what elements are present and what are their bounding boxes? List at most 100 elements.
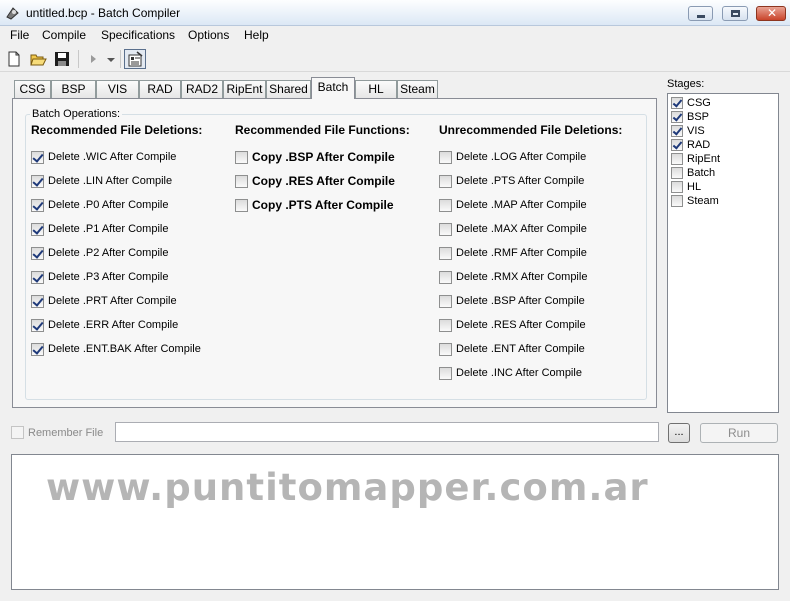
checkbox-box[interactable] bbox=[671, 110, 683, 123]
menu-options[interactable]: Options bbox=[188, 28, 229, 42]
delete-res-checkbox[interactable]: Delete .RES After Compile bbox=[439, 318, 586, 332]
maximize-button[interactable] bbox=[722, 6, 748, 21]
unrecommended-deletions-heading: Unrecommended File Deletions: bbox=[439, 123, 623, 137]
tab-batch[interactable]: Batch bbox=[311, 77, 355, 99]
delete-map-checkbox[interactable]: Delete .MAP After Compile bbox=[439, 198, 587, 212]
stage-bsp[interactable]: BSP bbox=[671, 110, 709, 123]
menu-help[interactable]: Help bbox=[244, 28, 269, 42]
tab-ripent[interactable]: RipEnt bbox=[223, 80, 266, 98]
checkbox-box[interactable] bbox=[235, 150, 248, 164]
delete-lin-checkbox[interactable]: Delete .LIN After Compile bbox=[31, 174, 172, 188]
checkbox-box[interactable] bbox=[439, 174, 452, 188]
checkbox-label: Delete .RMF After Compile bbox=[456, 247, 587, 259]
copy-res-checkbox[interactable]: Copy .RES After Compile bbox=[235, 174, 395, 188]
checkbox-box[interactable] bbox=[31, 342, 44, 356]
delete-ent-checkbox[interactable]: Delete .ENT After Compile bbox=[439, 342, 585, 356]
checkbox-box[interactable] bbox=[671, 166, 683, 179]
delete-err-checkbox[interactable]: Delete .ERR After Compile bbox=[31, 318, 178, 332]
checkbox-box[interactable] bbox=[235, 174, 248, 188]
checkbox-box[interactable] bbox=[31, 270, 44, 284]
delete-pts-checkbox[interactable]: Delete .PTS After Compile bbox=[439, 174, 584, 188]
checkbox-label: Delete .LIN After Compile bbox=[48, 175, 173, 187]
checkbox-label: Delete .BSP After Compile bbox=[456, 295, 585, 307]
delete-p2-checkbox[interactable]: Delete .P2 After Compile bbox=[31, 246, 168, 260]
stage-ripent[interactable]: RipEnt bbox=[671, 152, 720, 165]
delete-rmx-checkbox[interactable]: Delete .RMX After Compile bbox=[439, 270, 587, 284]
stage-batch[interactable]: Batch bbox=[671, 166, 715, 179]
delete-inc-checkbox[interactable]: Delete .INC After Compile bbox=[439, 366, 582, 380]
checkbox-box[interactable] bbox=[439, 270, 452, 284]
stage-steam[interactable]: Steam bbox=[671, 194, 719, 207]
checkbox-box[interactable] bbox=[671, 96, 683, 109]
delete-log-checkbox[interactable]: Delete .LOG After Compile bbox=[439, 150, 586, 164]
checkbox-box[interactable] bbox=[439, 366, 452, 380]
checkbox-label: Copy .RES After Compile bbox=[252, 174, 395, 188]
copy-bsp-checkbox[interactable]: Copy .BSP After Compile bbox=[235, 150, 395, 164]
checkbox-box[interactable] bbox=[31, 294, 44, 308]
checkbox-box[interactable] bbox=[671, 194, 683, 207]
delete-ent-bak-checkbox[interactable]: Delete .ENT.BAK After Compile bbox=[31, 342, 201, 356]
checkbox-box[interactable] bbox=[439, 246, 452, 260]
tab-bsp[interactable]: BSP bbox=[51, 80, 96, 98]
menu-file[interactable]: File bbox=[10, 28, 29, 42]
checkbox-box[interactable] bbox=[31, 198, 44, 212]
menu-specifications[interactable]: Specifications bbox=[101, 28, 175, 42]
checkbox-box[interactable] bbox=[439, 318, 452, 332]
stages-list: CSG BSP VIS RAD RipEnt Batch HL Steam bbox=[667, 93, 779, 413]
run-button[interactable]: Run bbox=[700, 423, 778, 443]
checkbox-box[interactable] bbox=[439, 222, 452, 236]
checkbox-box[interactable] bbox=[671, 180, 683, 193]
minimize-button[interactable] bbox=[688, 6, 713, 21]
checkbox-box[interactable] bbox=[439, 294, 452, 308]
run-options-dropdown[interactable] bbox=[101, 49, 121, 69]
browse-button[interactable]: ... bbox=[668, 423, 690, 443]
stage-csg[interactable]: CSG bbox=[671, 96, 711, 109]
save-button[interactable] bbox=[52, 49, 72, 69]
menu-compile[interactable]: Compile bbox=[42, 28, 86, 42]
checkbox-box[interactable] bbox=[671, 138, 683, 151]
checkbox-box[interactable] bbox=[31, 222, 44, 236]
tab-rad[interactable]: RAD bbox=[139, 80, 181, 98]
remember-file-checkbox[interactable]: Remember File bbox=[11, 426, 103, 439]
checkbox-box[interactable] bbox=[439, 150, 452, 164]
checkbox-box[interactable] bbox=[671, 152, 683, 165]
checkbox-box[interactable] bbox=[11, 426, 24, 439]
title-bar: untitled.bcp - Batch Compiler ✕ bbox=[0, 0, 790, 26]
properties-button[interactable] bbox=[124, 49, 146, 69]
tab-shared[interactable]: Shared bbox=[266, 80, 311, 98]
delete-rmf-checkbox[interactable]: Delete .RMF After Compile bbox=[439, 246, 587, 260]
close-button[interactable]: ✕ bbox=[756, 6, 786, 21]
checkbox-box[interactable] bbox=[439, 198, 452, 212]
delete-p3-checkbox[interactable]: Delete .P3 After Compile bbox=[31, 270, 168, 284]
checkbox-box[interactable] bbox=[235, 198, 248, 212]
new-file-button[interactable] bbox=[4, 49, 24, 69]
delete-p0-checkbox[interactable]: Delete .P0 After Compile bbox=[31, 198, 168, 212]
tab-rad2[interactable]: RAD2 bbox=[181, 80, 223, 98]
file-path-field[interactable] bbox=[115, 422, 659, 442]
stage-vis[interactable]: VIS bbox=[671, 124, 705, 137]
tab-csg[interactable]: CSG bbox=[14, 80, 51, 98]
tab-hl[interactable]: HL bbox=[355, 80, 397, 98]
checkbox-box[interactable] bbox=[439, 342, 452, 356]
maximize-icon bbox=[731, 10, 740, 17]
properties-icon bbox=[128, 51, 143, 67]
tab-vis[interactable]: VIS bbox=[96, 80, 139, 98]
recommended-functions-heading: Recommended File Functions: bbox=[235, 123, 410, 137]
delete-wic-checkbox[interactable]: Delete .WIC After Compile bbox=[31, 150, 176, 164]
checkbox-box[interactable] bbox=[31, 246, 44, 260]
checkbox-box[interactable] bbox=[31, 318, 44, 332]
close-icon: ✕ bbox=[767, 6, 778, 20]
checkbox-box[interactable] bbox=[671, 124, 683, 137]
delete-prt-checkbox[interactable]: Delete .PRT After Compile bbox=[31, 294, 177, 308]
delete-max-checkbox[interactable]: Delete .MAX After Compile bbox=[439, 222, 587, 236]
checkbox-box[interactable] bbox=[31, 174, 44, 188]
stage-hl[interactable]: HL bbox=[671, 180, 701, 193]
stage-label: RipEnt bbox=[687, 152, 721, 165]
checkbox-box[interactable] bbox=[31, 150, 44, 164]
copy-pts-checkbox[interactable]: Copy .PTS After Compile bbox=[235, 198, 394, 212]
stage-rad[interactable]: RAD bbox=[671, 138, 710, 151]
open-button[interactable] bbox=[28, 49, 48, 69]
delete-bsp-checkbox[interactable]: Delete .BSP After Compile bbox=[439, 294, 585, 308]
delete-p1-checkbox[interactable]: Delete .P1 After Compile bbox=[31, 222, 168, 236]
tab-steam[interactable]: Steam bbox=[397, 80, 438, 98]
